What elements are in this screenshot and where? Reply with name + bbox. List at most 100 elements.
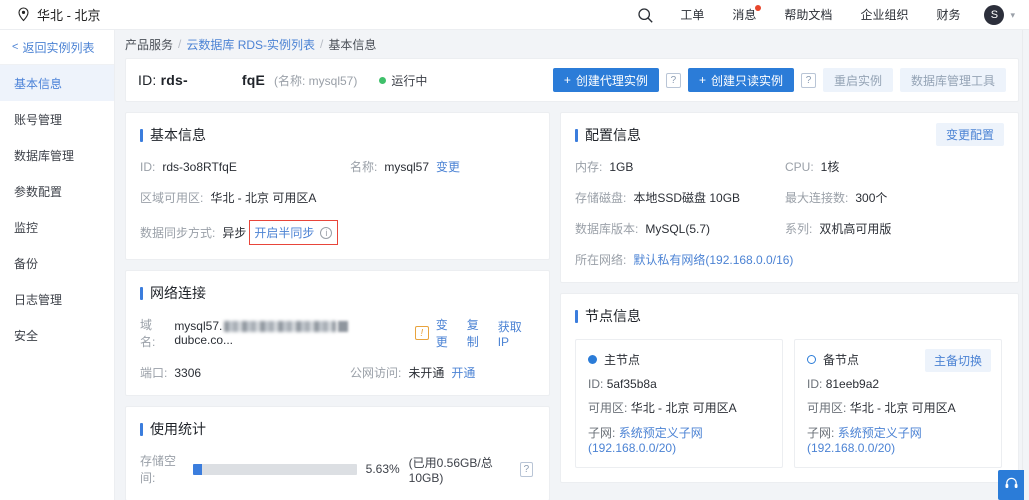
left-column: 基本信息 ID: rds-3o8RTfqE 名称: mysql57 变更 区域可…: [125, 112, 550, 500]
nav-item-finance[interactable]: 财务: [922, 0, 974, 30]
field-label: 系列:: [785, 222, 813, 236]
field-label: 所在网络:: [575, 253, 627, 267]
sidebar-item-label: 备份: [14, 256, 39, 271]
headset-support-icon: [1004, 476, 1019, 494]
field-db-version: 数据库版本: MySQL(5.7): [575, 220, 785, 237]
field-sync-mode: 数据同步方式: 异步 开启半同步 i: [140, 220, 339, 245]
chevron-down-icon: ▾: [1010, 9, 1015, 20]
region-selector[interactable]: 华北 - 北京: [17, 5, 101, 24]
sidebar-item-basic-info[interactable]: 基本信息: [0, 65, 114, 101]
node-card-primary: 主节点 ID: 5af35b8a 可用区: 华北 - 北京 可用区A 子网: 系…: [575, 339, 783, 468]
sidebar-item-database-mgmt[interactable]: 数据库管理: [0, 137, 114, 173]
sidebar-item-monitoring[interactable]: 监控: [0, 209, 114, 245]
field-value: MySQL(5.7): [645, 221, 711, 236]
field-value: 5af35b8a: [606, 377, 657, 391]
status-text: 运行中: [391, 73, 428, 88]
breadcrumb-item-products[interactable]: 产品服务: [125, 36, 173, 53]
breadcrumb-item-rds-list[interactable]: 云数据库 RDS-实例列表: [186, 36, 315, 53]
change-domain-link[interactable]: 变更: [436, 316, 460, 350]
vertical-scrollbar[interactable]: [1022, 30, 1029, 500]
standby-node-id: ID: 81eeb9a2: [807, 377, 989, 391]
storage-help-icon[interactable]: ?: [519, 461, 533, 477]
nav-item-work-orders[interactable]: 工单: [666, 0, 718, 30]
redacted-domain-block: [224, 321, 337, 333]
domain-suffix: dubce.co...: [174, 333, 234, 347]
field-label: ID:: [588, 377, 604, 391]
field-disk: 存储磁盘: 本地SSD磁盘 10GB: [575, 189, 785, 206]
instance-id-label: ID:: [138, 72, 157, 88]
field-label: ID:: [807, 377, 823, 391]
config-row-version-series: 数据库版本: MySQL(5.7) 系列: 双机高可用版: [575, 220, 1002, 237]
create-readonly-instance-button[interactable]: + 创建只读实例: [687, 68, 794, 92]
node-info-title: 节点信息: [575, 306, 1002, 326]
sidebar-item-log-mgmt[interactable]: 日志管理: [0, 281, 114, 317]
user-menu[interactable]: S ▾: [974, 5, 1023, 25]
sidebar-item-label: 参数配置: [14, 184, 63, 199]
config-row-disk-conn: 存储磁盘: 本地SSD磁盘 10GB 最大连接数: 300个: [575, 189, 1002, 206]
field-value: 华北 - 北京 可用区A: [210, 191, 317, 205]
create-proxy-help-icon[interactable]: ?: [665, 72, 681, 88]
usage-row-storage: 存储空间: 5.63% (已用0.56GB/总10GB) ?: [140, 452, 533, 486]
field-value: 双机高可用版: [819, 222, 892, 236]
get-ip-link[interactable]: 获取IP: [498, 318, 533, 349]
back-to-instance-list[interactable]: < 返回实例列表: [0, 30, 114, 65]
db-management-tool-button[interactable]: 数据库管理工具: [899, 68, 1006, 92]
nav-item-messages[interactable]: 消息: [718, 0, 770, 30]
field-label: 最大连接数:: [785, 191, 849, 205]
plus-icon: +: [698, 73, 706, 87]
field-value: 3306: [174, 365, 202, 380]
basic-info-title: 基本信息: [140, 125, 533, 145]
field-label: 数据同步方式:: [140, 226, 216, 240]
sidebar: < 返回实例列表 基本信息 账号管理 数据库管理 参数配置 监控 备份 日志管理…: [0, 30, 115, 500]
network-row-port: 端口: 3306 公网访问: 未开通 开通: [140, 364, 533, 381]
enable-semi-sync-link[interactable]: 开启半同步: [254, 224, 314, 241]
content-columns: 基本信息 ID: rds-3o8RTfqE 名称: mysql57 变更 区域可…: [115, 112, 1029, 500]
field-instance-id: ID: rds-3o8RTfqE: [140, 160, 350, 174]
info-circle-icon[interactable]: i: [320, 226, 333, 239]
nav-item-messages-label: 消息: [732, 8, 757, 22]
field-max-connections: 最大连接数: 300个: [785, 189, 887, 206]
network-link[interactable]: 默认私有网络(192.168.0.0/16): [633, 251, 793, 268]
field-memory: 内存: 1GB: [575, 158, 785, 175]
field-public-access: 公网访问: 未开通 开通: [350, 364, 475, 381]
failover-switch-button[interactable]: 主备切换: [924, 349, 991, 372]
back-label: 返回实例列表: [22, 40, 95, 55]
storage-usage: 存储空间: 5.63% (已用0.56GB/总10GB) ?: [140, 452, 533, 486]
copy-domain-link[interactable]: 复制: [467, 316, 491, 350]
sidebar-item-label: 数据库管理: [14, 148, 75, 163]
sidebar-item-account-mgmt[interactable]: 账号管理: [0, 101, 114, 137]
sidebar-item-backup[interactable]: 备份: [0, 245, 114, 281]
sidebar-item-label: 监控: [14, 220, 39, 235]
create-proxy-instance-button[interactable]: + 创建代理实例: [552, 68, 659, 92]
nav-item-enterprise[interactable]: 企业组织: [846, 0, 922, 30]
redacted-id-block: [189, 75, 241, 87]
field-value: 本地SSD磁盘 10GB: [633, 191, 741, 205]
search-icon[interactable]: [625, 7, 666, 24]
top-nav: 工单 消息 帮助文档 企业组织 财务 S ▾: [625, 0, 1023, 30]
redacted-domain-block-2: [338, 321, 349, 333]
field-label: 存储空间:: [140, 454, 177, 485]
region-label: 华北 - 北京: [37, 8, 101, 23]
storage-progress-bar: [193, 463, 357, 475]
field-value: rds-3o8RTfqE: [162, 159, 237, 174]
field-network: 所在网络: 默认私有网络(192.168.0.0/16): [575, 251, 793, 268]
sidebar-item-security[interactable]: 安全: [0, 317, 114, 353]
field-label: 可用区:: [807, 401, 847, 415]
primary-node-dot-icon: [588, 355, 597, 364]
create-readonly-help-icon[interactable]: ?: [800, 72, 816, 88]
status-dot-icon: [379, 76, 387, 84]
enable-public-access-link[interactable]: 开通: [451, 364, 475, 381]
warning-icon[interactable]: !: [414, 326, 429, 340]
field-label: ID:: [140, 159, 156, 174]
field-zone: 区域可用区: 华北 - 北京 可用区A: [140, 189, 316, 206]
usage-stats-card: 使用统计 存储空间: 5.63% (已用0.56GB/总10GB) ?: [125, 406, 550, 500]
sidebar-item-parameter-config[interactable]: 参数配置: [0, 173, 114, 209]
change-config-button[interactable]: 变更配置: [935, 123, 1004, 146]
restart-instance-button[interactable]: 重启实例: [822, 68, 893, 92]
nav-item-help-docs[interactable]: 帮助文档: [770, 0, 846, 30]
customer-support-button[interactable]: [998, 470, 1024, 500]
primary-node-subnet: 子网: 系统预定义子网(192.168.0.0/20): [588, 424, 770, 455]
change-name-link[interactable]: 变更: [436, 158, 460, 175]
instance-id-prefix: rds-: [160, 72, 188, 88]
primary-node-name: 主节点: [604, 353, 641, 367]
